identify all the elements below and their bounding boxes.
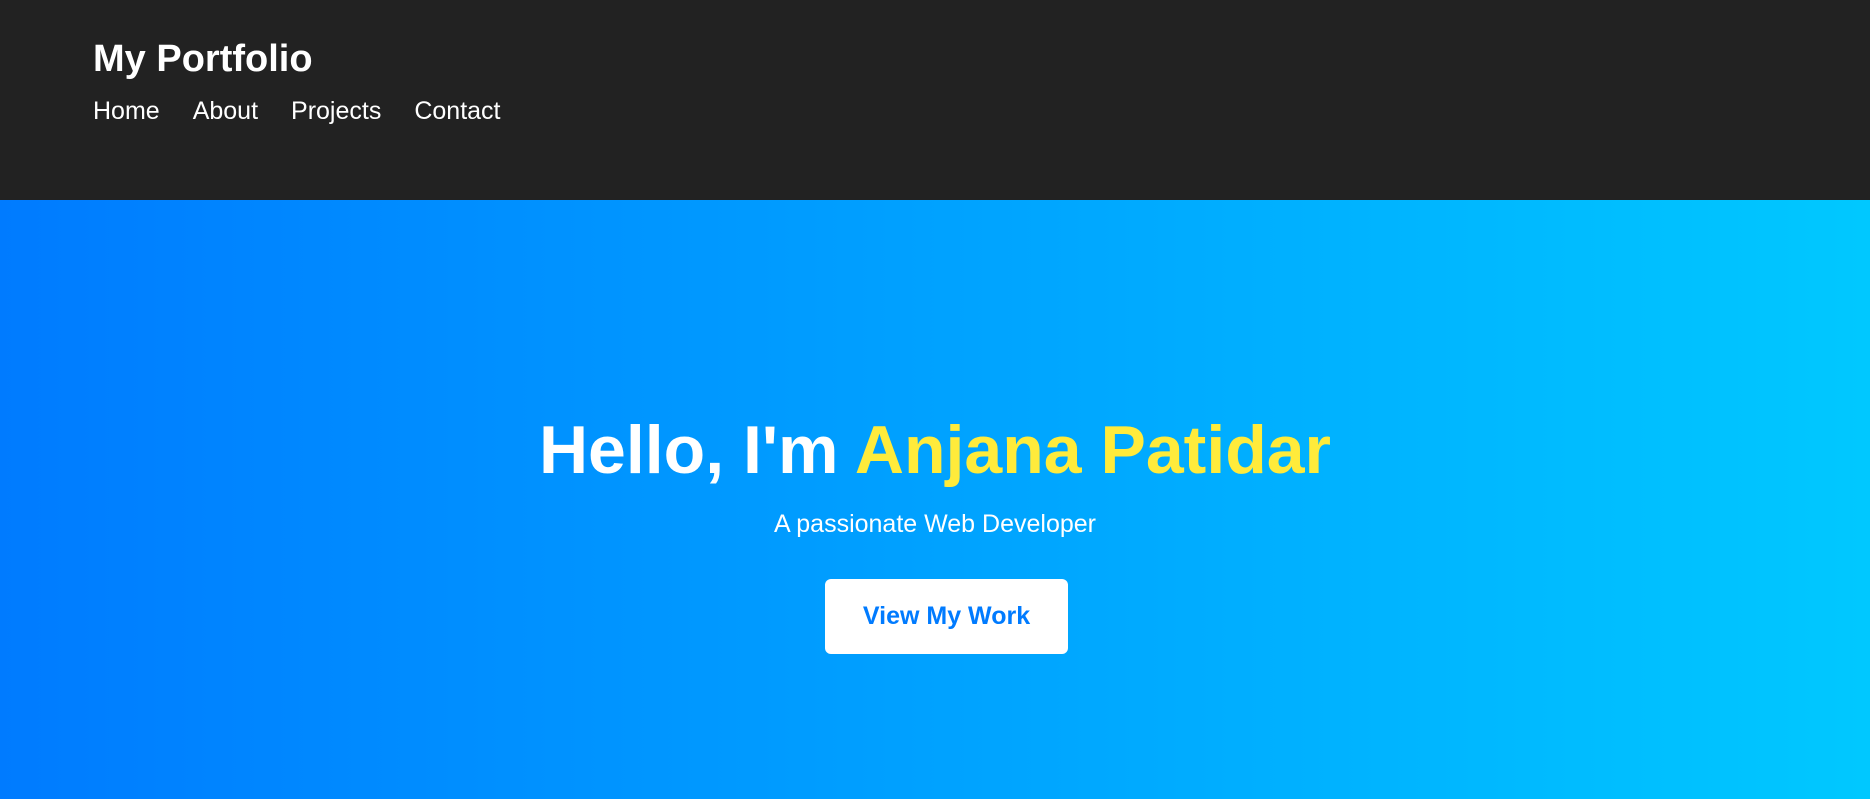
site-header: My Portfolio Home About Projects Contact	[0, 0, 1870, 200]
nav-link-projects[interactable]: Projects	[291, 95, 381, 127]
hero-title: Hello, I'm Anjana Patidar	[0, 410, 1870, 490]
main-navigation: Home About Projects Contact	[93, 95, 501, 127]
nav-link-home[interactable]: Home	[93, 95, 160, 127]
nav-link-about[interactable]: About	[193, 95, 258, 127]
hero-subtitle: A passionate Web Developer	[774, 510, 1096, 538]
view-my-work-button[interactable]: View My Work	[825, 579, 1068, 654]
hero-name: Anjana Patidar	[854, 412, 1332, 488]
site-brand: My Portfolio	[93, 38, 313, 80]
hero-section: Hello, I'm Anjana Patidar A passionate W…	[0, 200, 1870, 799]
nav-link-contact[interactable]: Contact	[414, 95, 500, 127]
hero-greeting: Hello, I'm	[538, 412, 855, 488]
